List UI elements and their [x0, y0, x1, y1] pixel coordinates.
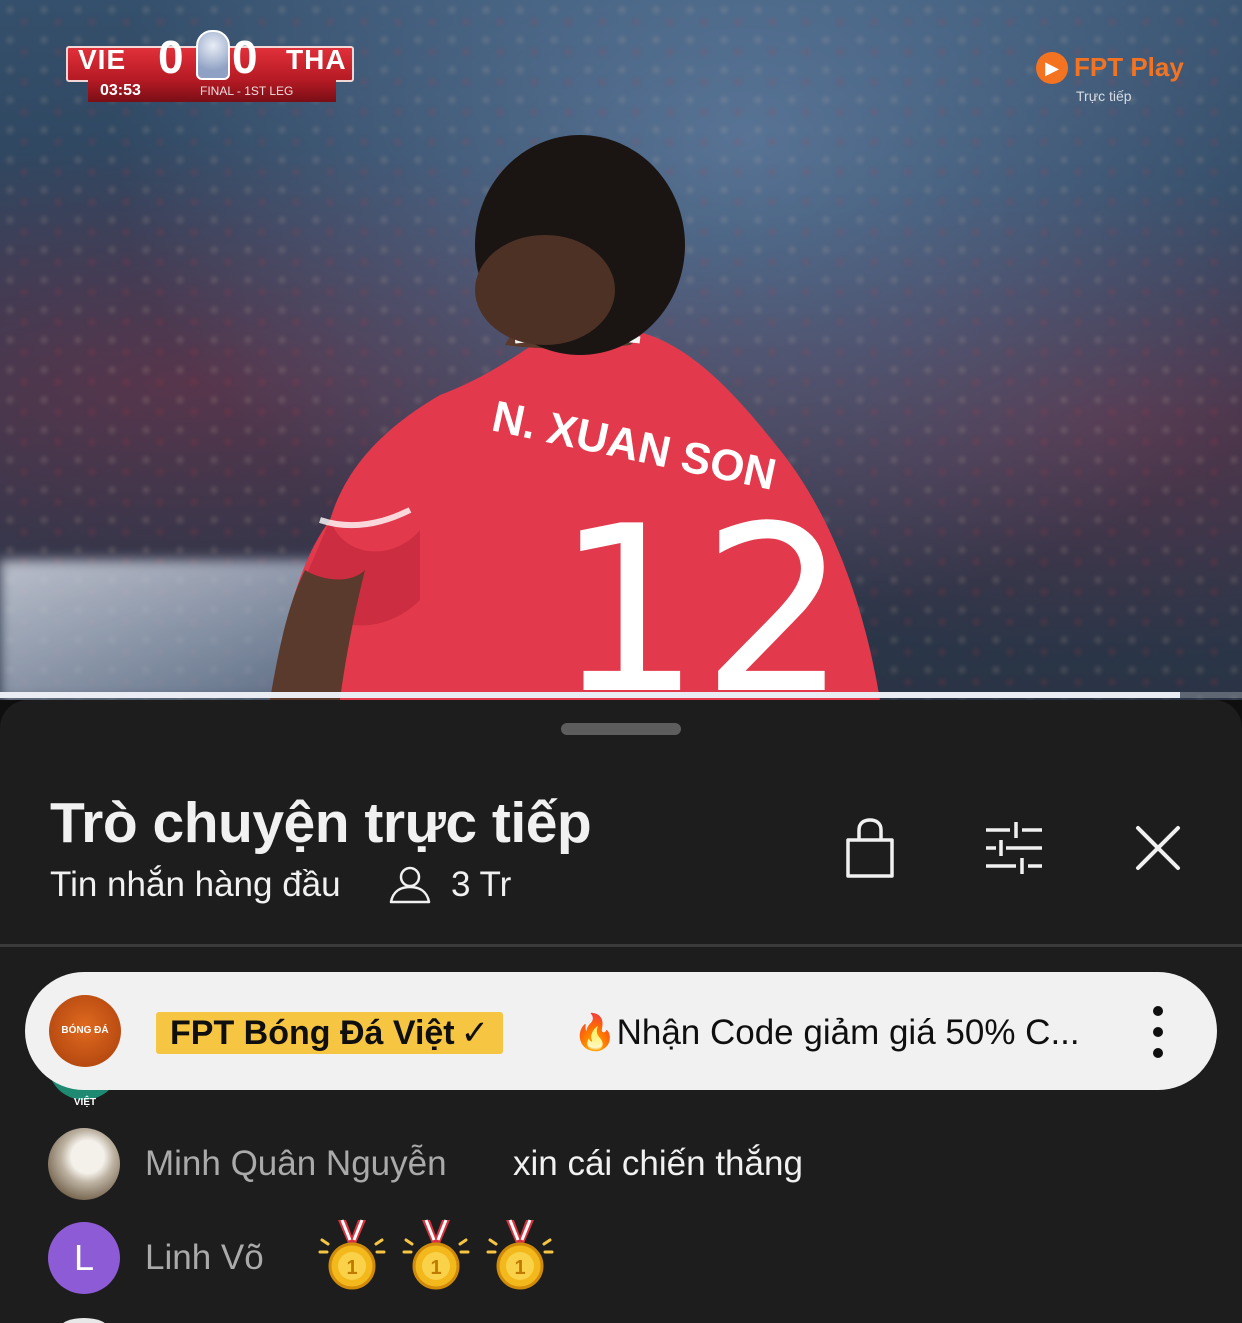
message-text: xin cái chiến thắng [513, 1144, 803, 1183]
drag-handle[interactable] [561, 723, 681, 735]
video-progress-fill [0, 692, 1180, 698]
channel-name: FPT Bóng Đá Việt [170, 1014, 455, 1052]
svg-text:1: 1 [514, 1257, 525, 1279]
message-author[interactable]: Linh Võ [145, 1238, 264, 1278]
away-team: THA [286, 44, 347, 75]
trophy-icon [196, 30, 230, 80]
svg-text:1: 1 [430, 1257, 441, 1279]
jersey-number: 12 [555, 478, 848, 700]
home-score: 0 [158, 31, 184, 83]
header-divider [0, 944, 1242, 947]
avatar[interactable] [48, 1128, 120, 1200]
gold-medal-icon: 1 [484, 1218, 556, 1294]
channel-badge[interactable]: FPT Bóng Đá Việt ✓ [156, 1012, 504, 1054]
avatar[interactable]: L [48, 1222, 120, 1294]
pinned-message[interactable]: BÓNG ĐÁ VIỆT FPT Bóng Đá Việt ✓ 🔥Nhận Cod… [25, 972, 1217, 1108]
gold-medal-icon: 1 [316, 1218, 388, 1294]
close-icon [1136, 826, 1180, 870]
broadcaster-logo: ▶ FPT Play Trực tiếp [1036, 52, 1186, 108]
match-stage: FINAL - 1ST LEG [200, 84, 294, 98]
chat-title: Trò chuyện trực tiếp [50, 791, 592, 855]
viewer-count: 3 Tr [451, 865, 512, 904]
sliders-icon [986, 822, 1042, 874]
channel-avatar: BÓNG ĐÁ VIỆT [49, 995, 121, 1108]
home-team: VIE [78, 44, 127, 75]
video-player[interactable]: N. XUAN SON 12 VIE 0 0 THA 03:53 FINAL -… [0, 0, 1242, 700]
filter-button[interactable] [984, 816, 1044, 880]
scoreboard-info: 03:53 FINAL - 1ST LEG [88, 80, 336, 102]
live-label: Trực tiếp [1076, 88, 1132, 104]
pinned-message-text: 🔥Nhận Code giảm giá 50% C... [573, 1013, 1080, 1052]
more-vertical-icon[interactable] [1145, 1006, 1171, 1058]
partial-avatar [60, 1318, 108, 1323]
broadcaster-name: FPT Play [1074, 52, 1184, 82]
live-chat-panel: Trò chuyện trực tiếp Tin nhắn hàng đầu 3… [0, 700, 1242, 1323]
close-button[interactable] [1128, 816, 1188, 880]
play-icon: ▶ [1036, 52, 1068, 84]
chat-mode-selector[interactable]: Tin nhắn hàng đầu [50, 865, 341, 905]
person-icon [389, 866, 431, 904]
message-author[interactable]: Minh Quân Nguyễn [145, 1144, 447, 1184]
verified-check-icon: ✓ [460, 1014, 490, 1052]
match-time: 03:53 [100, 82, 141, 99]
scoreboard: VIE 0 0 THA 03:53 FINAL - 1ST LEG [66, 30, 356, 104]
svg-text:1: 1 [346, 1257, 357, 1279]
shopping-bag-icon [846, 818, 894, 878]
gold-medal-icon: 1 [400, 1218, 472, 1294]
away-score: 0 [232, 31, 258, 83]
shop-button[interactable] [840, 816, 900, 880]
